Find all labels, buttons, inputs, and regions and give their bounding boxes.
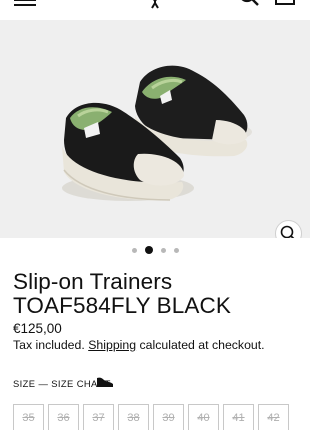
- tax-suffix: calculated at checkout.: [139, 338, 265, 352]
- shoe-icon[interactable]: [96, 376, 114, 388]
- zoom-button[interactable]: [275, 220, 302, 238]
- size-dash: —: [38, 378, 49, 389]
- product-title-line-2: TOAF584FLY BLACK: [13, 293, 231, 318]
- tax-note: Tax included. Shipping calculated at che…: [13, 338, 308, 352]
- gallery-dot-active[interactable]: [144, 246, 153, 254]
- size-option-39[interactable]: 39: [153, 404, 184, 430]
- tax-prefix: Tax included.: [13, 338, 85, 352]
- header-bar: [0, 0, 310, 20]
- gallery-dot[interactable]: [131, 247, 137, 253]
- brand-logo-icon[interactable]: [146, 0, 164, 10]
- size-options: 35 36 37 38 39 40 41 42: [13, 404, 303, 430]
- magnifier-icon: [280, 225, 295, 238]
- size-option-35[interactable]: 35: [13, 404, 44, 430]
- product-title: Slip-on Trainers TOAF584FLY BLACK: [13, 270, 303, 318]
- product-title-line-1: Slip-on Trainers: [13, 269, 173, 294]
- gallery-pagination: [0, 244, 310, 256]
- size-heading: SIZE: [13, 378, 36, 389]
- product-price: €125,00: [13, 321, 62, 336]
- product-image[interactable]: [0, 20, 310, 238]
- gallery-dot[interactable]: [160, 247, 166, 253]
- size-option-40[interactable]: 40: [188, 404, 219, 430]
- size-option-38[interactable]: 38: [118, 404, 149, 430]
- search-icon[interactable]: [238, 0, 264, 8]
- size-option-37[interactable]: 37: [83, 404, 114, 430]
- hamburger-menu-icon[interactable]: [14, 0, 36, 6]
- product-gallery[interactable]: [0, 20, 310, 238]
- size-option-41[interactable]: 41: [223, 404, 254, 430]
- shipping-link[interactable]: Shipping: [88, 338, 136, 352]
- bag-icon[interactable]: [274, 0, 296, 6]
- gallery-dot[interactable]: [173, 247, 179, 253]
- size-option-42[interactable]: 42: [258, 404, 289, 430]
- size-option-36[interactable]: 36: [48, 404, 79, 430]
